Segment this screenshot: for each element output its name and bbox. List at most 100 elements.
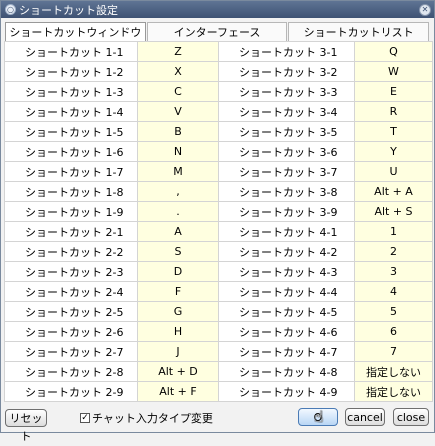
shortcut-key-cell[interactable]: Alt + D bbox=[137, 361, 219, 382]
shortcut-name: ショートカット 2-1 bbox=[4, 221, 138, 242]
shortcut-table: ショートカット 1-1 Z ショートカット 3-1 Q ショートカット 1-2 X ショート… bbox=[4, 41, 433, 402]
shortcut-key-cell[interactable]: B bbox=[137, 121, 219, 142]
shortcut-key-cell[interactable]: J bbox=[137, 341, 219, 362]
shortcut-key-cell[interactable]: , bbox=[137, 181, 219, 202]
shortcut-key-cell[interactable]: G bbox=[137, 301, 219, 322]
shortcut-key-cell[interactable]: 5 bbox=[354, 301, 433, 322]
table-row: ショートカット 2-8 Alt + D ショートカット 4-8 指定しない bbox=[4, 361, 433, 382]
shortcut-key-cell[interactable]: Alt + A bbox=[354, 181, 433, 202]
shortcut-key-cell[interactable]: Y bbox=[354, 141, 433, 162]
shortcut-name: ショートカット 3-5 bbox=[218, 121, 355, 142]
window-icon: ○ bbox=[5, 4, 16, 15]
table-row: ショートカット 1-1 Z ショートカット 3-1 Q bbox=[4, 41, 433, 62]
shortcut-name: ショートカット 2-3 bbox=[4, 261, 138, 282]
tab-shortcut-window[interactable]: ショートカットウィンドウ bbox=[5, 22, 146, 41]
shortcut-name: ショートカット 4-9 bbox=[218, 381, 355, 402]
shortcut-name: ショートカット 2-7 bbox=[4, 341, 138, 362]
shortcut-name: ショートカット 3-1 bbox=[218, 41, 355, 62]
tab-bar: ショートカットウィンドウ インターフェース ショートカットリスト bbox=[5, 22, 430, 42]
shortcut-key-cell[interactable]: 3 bbox=[354, 261, 433, 282]
shortcut-name: ショートカット 3-9 bbox=[218, 201, 355, 222]
shortcut-key-cell[interactable]: E bbox=[354, 81, 433, 102]
shortcut-key-cell[interactable]: W bbox=[354, 61, 433, 82]
shortcut-name: ショートカット 4-6 bbox=[218, 321, 355, 342]
shortcut-key-cell[interactable]: 指定しない bbox=[354, 381, 433, 402]
reset-button[interactable]: リセット bbox=[5, 409, 47, 443]
shortcut-key-cell[interactable]: R bbox=[354, 101, 433, 122]
shortcut-key-cell[interactable]: A bbox=[137, 221, 219, 242]
shortcut-name: ショートカット 3-7 bbox=[218, 161, 355, 182]
checkbox-check-icon[interactable]: ✓ bbox=[80, 413, 90, 423]
table-row: ショートカット 1-4 V ショートカット 3-4 R bbox=[4, 101, 433, 122]
shortcut-key-cell[interactable]: 指定しない bbox=[354, 361, 433, 382]
table-row: ショートカット 1-9. ショートカット 3-9 Alt + S bbox=[4, 201, 433, 222]
shortcut-name: ショートカット 4-8 bbox=[218, 361, 355, 382]
shortcut-key-cell[interactable]: Z bbox=[137, 41, 219, 62]
tab-shortcut-list[interactable]: ショートカットリスト bbox=[288, 22, 430, 41]
shortcut-name: ショートカット 3-4 bbox=[218, 101, 355, 122]
shortcut-key-cell[interactable]: Q bbox=[354, 41, 433, 62]
table-row: ショートカット 2-2 S ショートカット 4-2 2 bbox=[4, 241, 433, 262]
shortcut-key-cell[interactable]: Alt + S bbox=[354, 201, 433, 222]
shortcut-key-cell[interactable]: V bbox=[137, 101, 219, 122]
window-title: ショートカット設定 bbox=[19, 3, 118, 17]
table-row: ショートカット 2-5 G ショートカット 4-5 5 bbox=[4, 301, 433, 322]
shortcut-name: ショートカット 4-4 bbox=[218, 281, 355, 302]
chat-type-change-label: チャット入力タイプ変更 bbox=[92, 412, 213, 425]
shortcut-key-cell[interactable]: F bbox=[137, 281, 219, 302]
shortcut-key-cell[interactable]: 6 bbox=[354, 321, 433, 342]
shortcut-key-cell[interactable]: 2 bbox=[354, 241, 433, 262]
shortcut-key-cell[interactable]: 4 bbox=[354, 281, 433, 302]
shortcut-name: ショートカット 4-5 bbox=[218, 301, 355, 322]
table-row: ショートカット 2-3 D ショートカット 4-3 3 bbox=[4, 261, 433, 282]
shortcut-name: ショートカット 4-2 bbox=[218, 241, 355, 262]
shortcut-name: ショートカット 3-6 bbox=[218, 141, 355, 162]
shortcut-name: ショートカット 2-4 bbox=[4, 281, 138, 302]
shortcut-key-cell[interactable]: T bbox=[354, 121, 433, 142]
close-button[interactable]: close bbox=[393, 408, 429, 426]
chat-type-change-checkbox[interactable]: ✓ チャット入力タイプ変更 bbox=[80, 410, 213, 426]
shortcut-name: ショートカット 1-5 bbox=[4, 121, 138, 142]
shortcut-key-cell[interactable]: U bbox=[354, 161, 433, 182]
table-row: ショートカット 2-1 A ショートカット 4-1 1 bbox=[4, 221, 433, 242]
shortcut-name: ショートカット 1-6 bbox=[4, 141, 138, 162]
shortcut-name: ショートカット 1-2 bbox=[4, 61, 138, 82]
shortcut-key-cell[interactable]: S bbox=[137, 241, 219, 262]
shortcut-key-cell[interactable]: M bbox=[137, 161, 219, 182]
shortcut-key-cell[interactable]: N bbox=[137, 141, 219, 162]
shortcut-name: ショートカット 2-2 bbox=[4, 241, 138, 262]
shortcut-name: ショートカット 4-1 bbox=[218, 221, 355, 242]
shortcut-name: ショートカット 2-9 bbox=[4, 381, 138, 402]
shortcut-name: ショートカット 2-6 bbox=[4, 321, 138, 342]
table-row: ショートカット 1-5 B ショートカット 3-5 T bbox=[4, 121, 433, 142]
shortcut-name: ショートカット 4-3 bbox=[218, 261, 355, 282]
table-row: ショートカット 2-7 J ショートカット 4-7 7 bbox=[4, 341, 433, 362]
shortcut-key-cell[interactable]: C bbox=[137, 81, 219, 102]
title-bar[interactable]: ○ ショートカット設定 ✕ bbox=[1, 1, 434, 18]
table-row: ショートカット 2-4 F ショートカット 4-4 4 bbox=[4, 281, 433, 302]
shortcut-settings-window: ○ ショートカット設定 ✕ ショートカットウィンドウ インターフェース ショート… bbox=[0, 0, 435, 443]
shortcut-name: ショートカット 1-3 bbox=[4, 81, 138, 102]
shortcut-key-cell[interactable]: 1 bbox=[354, 221, 433, 242]
tab-interface[interactable]: インターフェース bbox=[146, 22, 288, 41]
shortcut-name: ショートカット 4-7 bbox=[218, 341, 355, 362]
table-row: ショートカット 2-9 Alt + F ショートカット 4-9 指定しない bbox=[4, 381, 433, 402]
shortcut-name: ショートカット 1-1 bbox=[4, 41, 138, 62]
table-row: ショートカット 1-7 M ショートカット 3-7 U bbox=[4, 161, 433, 182]
close-icon[interactable]: ✕ bbox=[419, 3, 431, 16]
shortcut-name: ショートカット 3-2 bbox=[218, 61, 355, 82]
bottom-bar: リセット ✓ チャット入力タイプ変更 O ☝ cancel close bbox=[1, 405, 434, 443]
hand-cursor-icon: ☝ bbox=[314, 407, 324, 426]
shortcut-name: ショートカット 1-4 bbox=[4, 101, 138, 122]
shortcut-name: ショートカット 3-8 bbox=[218, 181, 355, 202]
shortcut-name: ショートカット 3-3 bbox=[218, 81, 355, 102]
shortcut-key-cell[interactable]: D bbox=[137, 261, 219, 282]
shortcut-key-cell[interactable]: H bbox=[137, 321, 219, 342]
shortcut-key-cell[interactable]: Alt + F bbox=[137, 381, 219, 402]
shortcut-key-cell[interactable]: X bbox=[137, 61, 219, 82]
cancel-button[interactable]: cancel bbox=[345, 408, 385, 426]
shortcut-name: ショートカット 2-5 bbox=[4, 301, 138, 322]
shortcut-key-cell[interactable]: . bbox=[137, 201, 219, 222]
shortcut-name: ショートカット 1-7 bbox=[4, 161, 138, 182]
shortcut-key-cell[interactable]: 7 bbox=[354, 341, 433, 362]
